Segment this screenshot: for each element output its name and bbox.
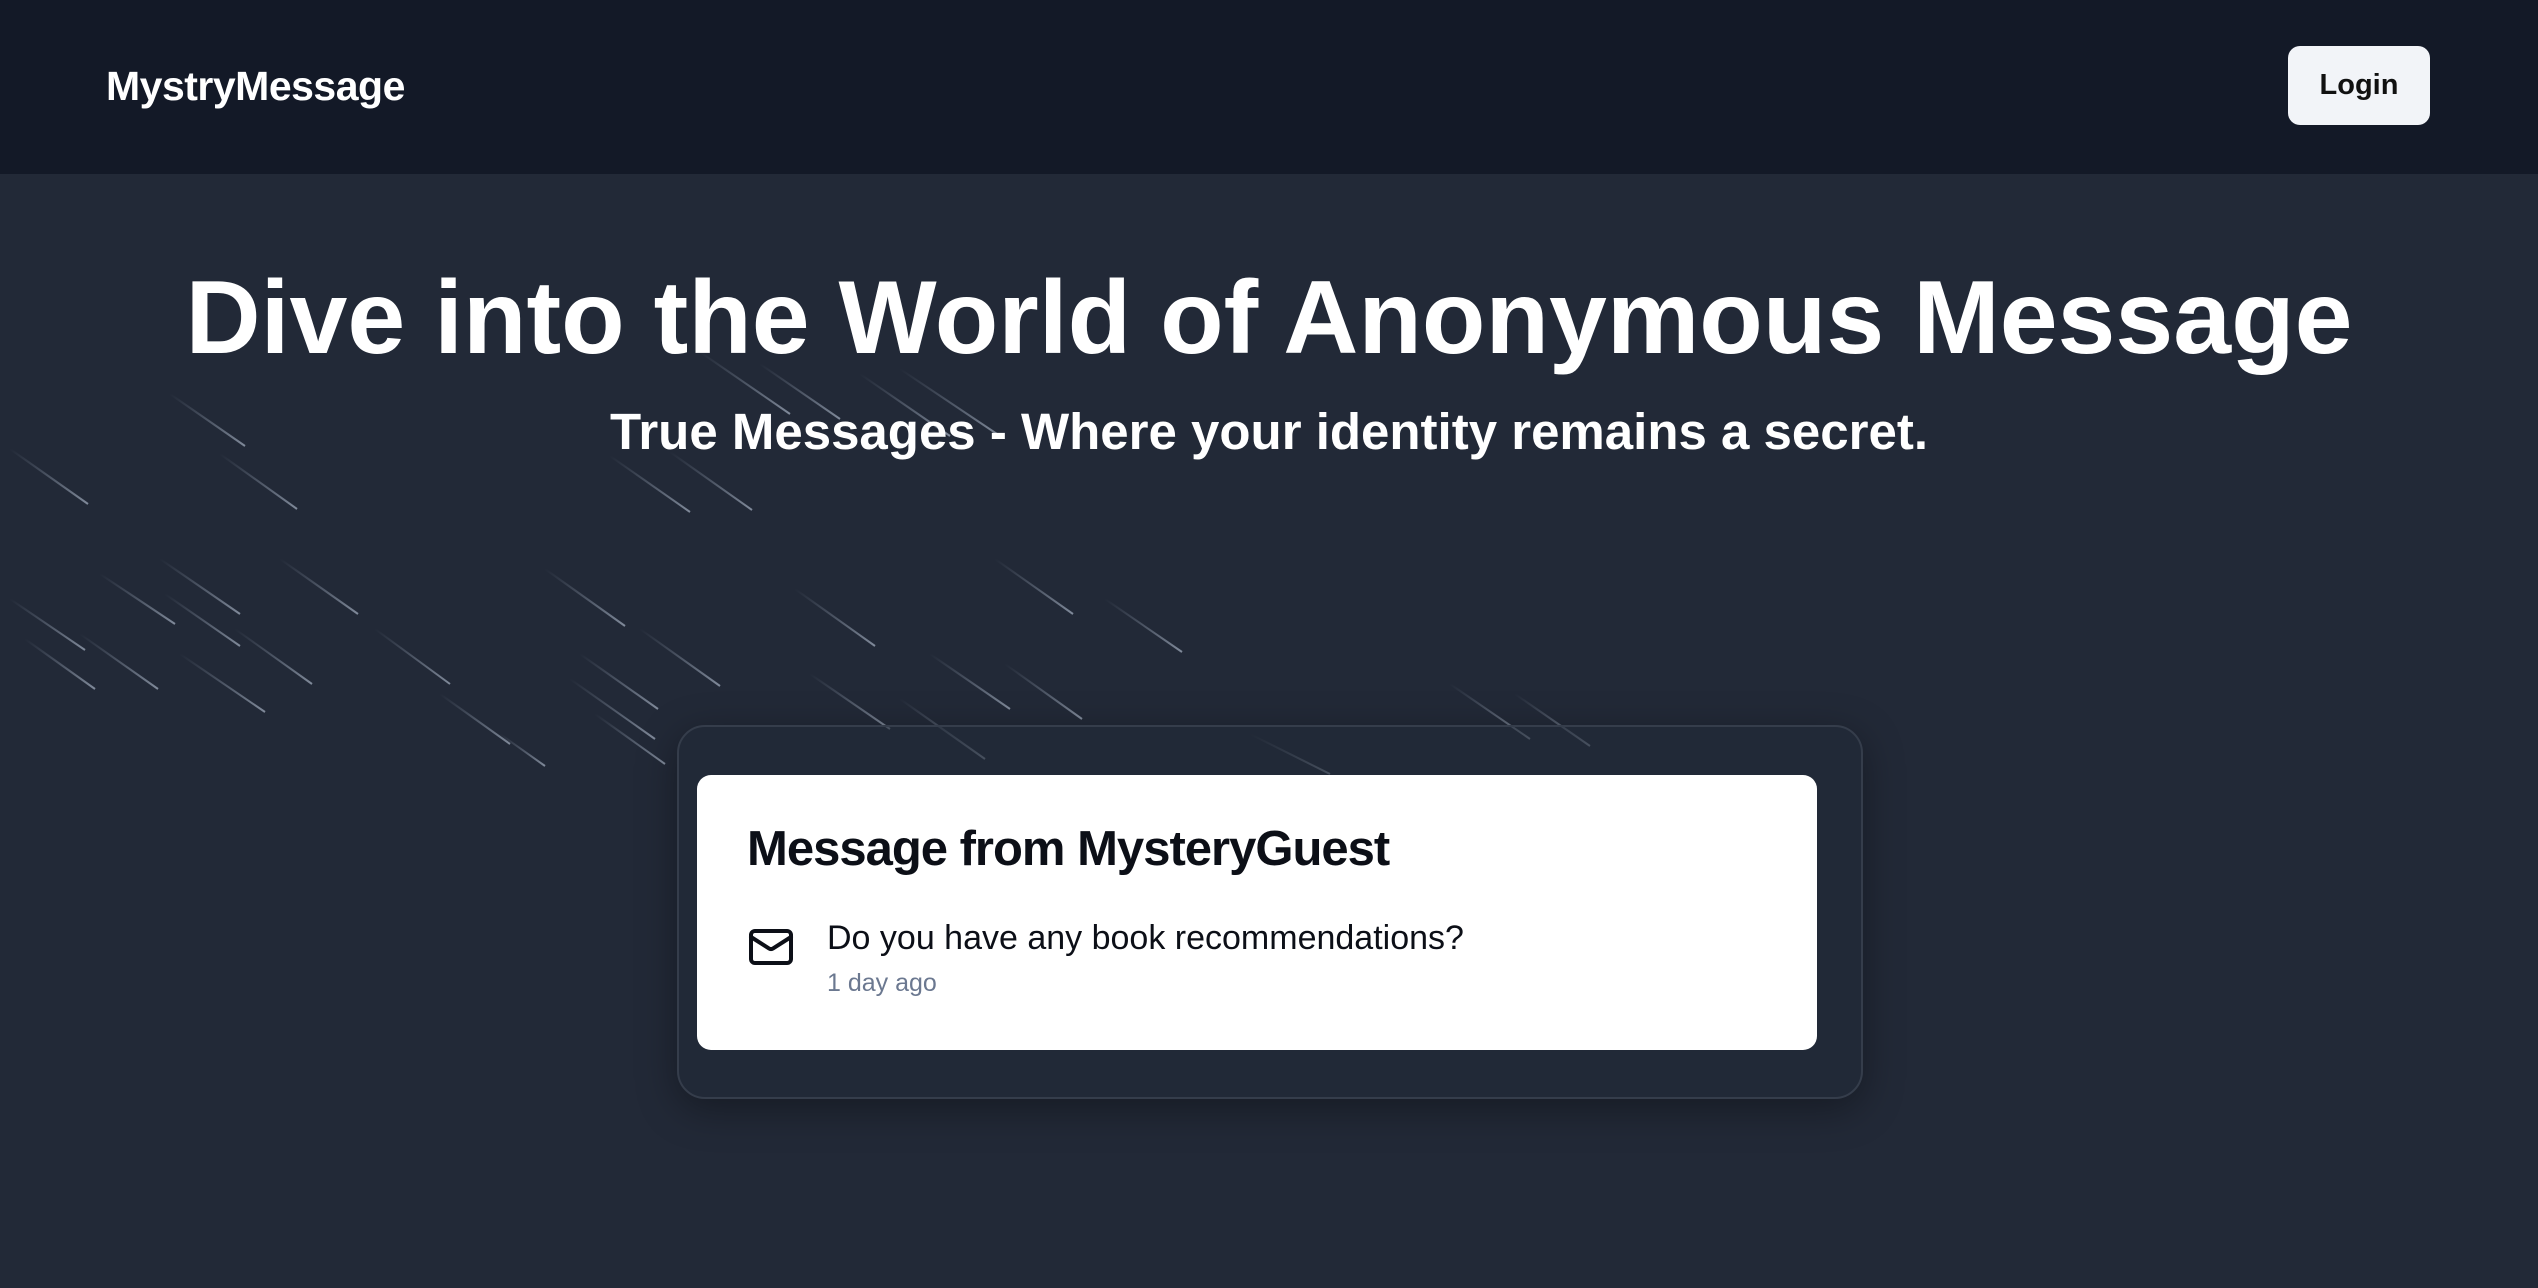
page: MystryMessage Login Dive into the World … <box>0 0 2538 1288</box>
brand-logo[interactable]: MystryMessage <box>106 56 405 116</box>
hero-title: Dive into the World of Anonymous Message <box>185 260 2353 376</box>
navbar: MystryMessage Login <box>0 0 2538 174</box>
login-button[interactable]: Login <box>2288 46 2430 125</box>
message-content: Do you have any book recommendations? <box>827 919 1464 957</box>
message-timestamp: 1 day ago <box>827 969 937 997</box>
hero-subtitle: True Messages - Where your identity rema… <box>609 403 1928 460</box>
message-carousel[interactable]: Message from MysteryGuest Do you have an… <box>677 725 1863 1099</box>
message-card-title: Message from MysteryGuest <box>747 822 1390 876</box>
message-card: Message from MysteryGuest Do you have an… <box>697 775 1817 1050</box>
mail-icon <box>749 929 793 965</box>
